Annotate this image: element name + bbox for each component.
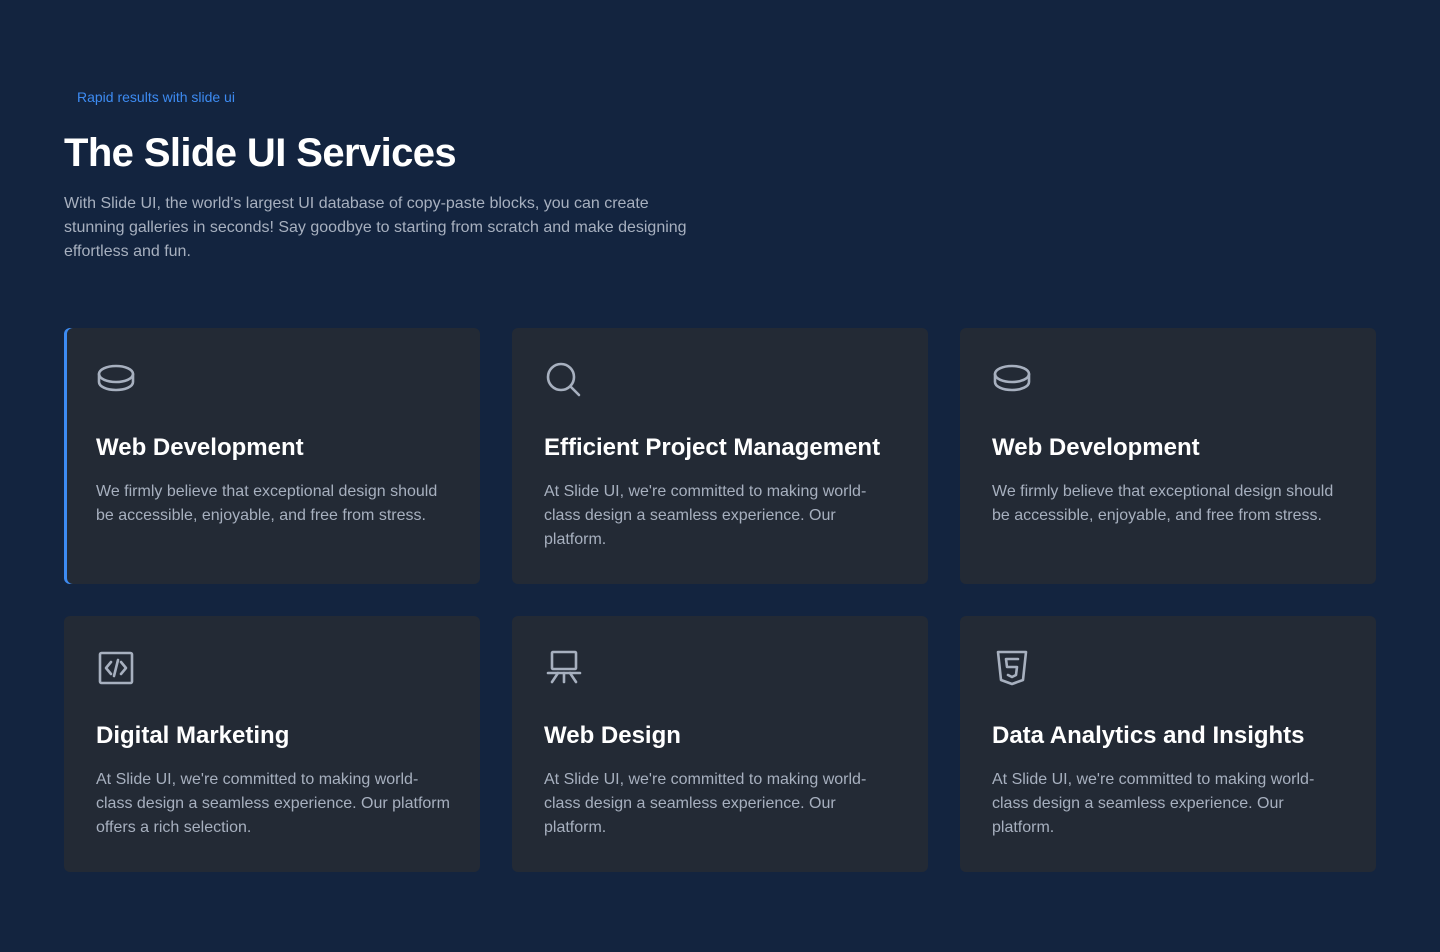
card-description: At Slide UI, we're committed to making w… (544, 483, 867, 548)
card-title: Web Development (96, 434, 304, 461)
card-description: At Slide UI, we're committed to making w… (544, 771, 867, 836)
service-card-digital-marketing[interactable]: Digital Marketing At Slide UI, we're com… (64, 616, 480, 872)
card-title: Digital Marketing (96, 722, 290, 749)
database-icon (992, 360, 1032, 400)
card-title: Web Development (992, 434, 1200, 461)
presentation-icon (544, 648, 584, 688)
card-title: Data Analytics and Insights (992, 722, 1305, 749)
page-title: The Slide UI Services (64, 131, 457, 175)
search-icon (544, 360, 584, 400)
intro-paragraph: With Slide UI, the world's largest UI da… (64, 195, 687, 260)
service-card-project-management[interactable]: Efficient Project Management At Slide UI… (512, 328, 928, 584)
services-grid: Web Development We firmly believe that e… (64, 328, 1376, 872)
service-card-data-analytics[interactable]: Data Analytics and Insights At Slide UI,… (960, 616, 1376, 872)
card-title: Web Design (544, 722, 681, 749)
card-title: Efficient Project Management (544, 434, 881, 461)
eyebrow-text: Rapid results with slide ui (77, 89, 235, 105)
html5-icon (992, 648, 1032, 688)
service-card-web-development[interactable]: Web Development We firmly believe that e… (64, 328, 480, 584)
card-description: At Slide UI, we're committed to making w… (992, 771, 1315, 836)
service-card-web-design[interactable]: Web Design At Slide UI, we're committed … (512, 616, 928, 872)
card-description: At Slide UI, we're committed to making w… (96, 771, 450, 836)
card-description: We firmly believe that exceptional desig… (992, 483, 1334, 524)
card-description: We firmly believe that exceptional desig… (96, 483, 438, 524)
service-card-web-development-2[interactable]: Web Development We firmly believe that e… (960, 328, 1376, 584)
database-icon (96, 360, 136, 400)
code-file-icon (96, 648, 136, 688)
